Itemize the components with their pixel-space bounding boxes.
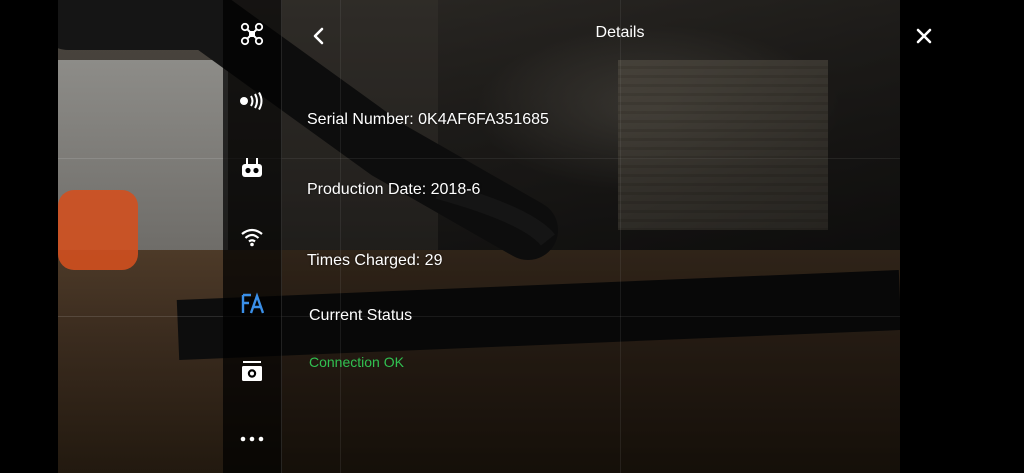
fa-settings-button[interactable] bbox=[223, 284, 281, 324]
wifi-settings-button[interactable] bbox=[223, 217, 281, 257]
remote-controller-icon bbox=[242, 158, 262, 177]
close-button[interactable] bbox=[906, 18, 942, 54]
aircraft-settings-button[interactable] bbox=[223, 14, 281, 54]
close-icon bbox=[916, 28, 932, 44]
camera-settings-button[interactable] bbox=[223, 351, 281, 391]
more-icon bbox=[240, 436, 264, 442]
more-settings-button[interactable] bbox=[223, 419, 281, 459]
settings-sidebar bbox=[223, 0, 282, 473]
times-charged-text: Times Charged: 29 bbox=[307, 252, 443, 269]
remote-controller-settings-button[interactable] bbox=[223, 148, 281, 188]
back-button[interactable] bbox=[300, 18, 336, 54]
details-panel bbox=[282, 0, 900, 473]
production-date-text: Production Date: 2018-6 bbox=[307, 181, 481, 198]
camera-icon bbox=[242, 361, 262, 381]
serial-number-text: Serial Number: 0K4AF6FA351685 bbox=[307, 111, 549, 128]
page-title: Details bbox=[595, 24, 645, 41]
aircraft-icon bbox=[240, 22, 264, 46]
signal-transmission-icon bbox=[240, 92, 263, 110]
current-status-heading: Current Status bbox=[309, 307, 413, 324]
wifi-icon bbox=[241, 228, 263, 247]
chevron-left-icon bbox=[313, 27, 324, 45]
fa-brand-icon bbox=[241, 292, 264, 314]
connection-status-text: Connection OK bbox=[309, 354, 404, 370]
transmission-settings-button[interactable] bbox=[223, 81, 281, 121]
